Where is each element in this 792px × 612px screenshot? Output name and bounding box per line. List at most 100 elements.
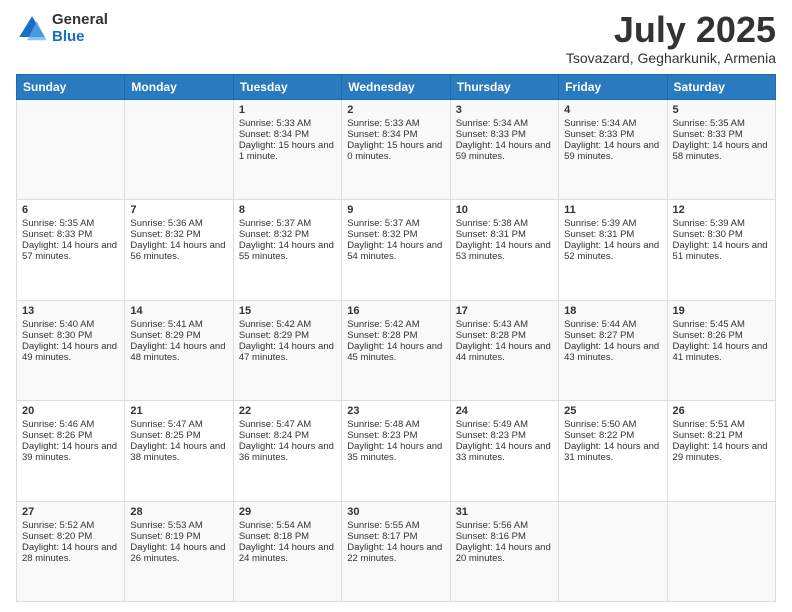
- day-info: Daylight: 14 hours and 26 minutes.: [130, 542, 227, 564]
- day-number: 17: [456, 305, 553, 317]
- day-info: Sunrise: 5:51 AM: [673, 419, 770, 430]
- day-info: Sunset: 8:33 PM: [673, 129, 770, 140]
- day-info: Sunset: 8:21 PM: [673, 430, 770, 441]
- day-info: Sunrise: 5:48 AM: [347, 419, 444, 430]
- header-friday: Friday: [559, 75, 667, 100]
- day-info: Daylight: 14 hours and 22 minutes.: [347, 542, 444, 564]
- day-info: Daylight: 14 hours and 54 minutes.: [347, 240, 444, 262]
- week-row-3: 13Sunrise: 5:40 AMSunset: 8:30 PMDayligh…: [17, 300, 776, 400]
- header-wednesday: Wednesday: [342, 75, 450, 100]
- week-row-5: 27Sunrise: 5:52 AMSunset: 8:20 PMDayligh…: [17, 501, 776, 601]
- day-info: Daylight: 14 hours and 58 minutes.: [673, 140, 770, 162]
- day-info: Sunset: 8:33 PM: [564, 129, 661, 140]
- logo-icon: [16, 13, 48, 45]
- page: General Blue July 2025 Tsovazard, Geghar…: [0, 0, 792, 612]
- day-number: 26: [673, 405, 770, 417]
- day-info: Sunrise: 5:47 AM: [130, 419, 227, 430]
- calendar-cell: 25Sunrise: 5:50 AMSunset: 8:22 PMDayligh…: [559, 401, 667, 501]
- day-info: Sunset: 8:23 PM: [347, 430, 444, 441]
- day-info: Daylight: 14 hours and 28 minutes.: [22, 542, 119, 564]
- calendar-cell: 23Sunrise: 5:48 AMSunset: 8:23 PMDayligh…: [342, 401, 450, 501]
- calendar-cell: 21Sunrise: 5:47 AMSunset: 8:25 PMDayligh…: [125, 401, 233, 501]
- calendar-cell: 31Sunrise: 5:56 AMSunset: 8:16 PMDayligh…: [450, 501, 558, 601]
- day-info: Sunrise: 5:44 AM: [564, 319, 661, 330]
- day-info: Sunrise: 5:55 AM: [347, 520, 444, 531]
- calendar-cell: 19 Sunrise: 5:45 AMSunset: 8:26 PMDayligh…: [667, 300, 775, 400]
- day-info: Sunset: 8:28 PM: [347, 330, 444, 341]
- calendar-cell: 10Sunrise: 5:38 AMSunset: 8:31 PMDayligh…: [450, 200, 558, 300]
- calendar-cell: 16Sunrise: 5:42 AMSunset: 8:28 PMDayligh…: [342, 300, 450, 400]
- calendar-cell: [667, 501, 775, 601]
- day-info: Daylight: 15 hours and 0 minutes.: [347, 140, 444, 162]
- day-number: 25: [564, 405, 661, 417]
- logo-general-text: General: [52, 12, 108, 29]
- day-info: Daylight: 14 hours and 20 minutes.: [456, 542, 553, 564]
- day-info: Daylight: 14 hours and 53 minutes.: [456, 240, 553, 262]
- day-number: 31: [456, 506, 553, 518]
- day-info: Sunrise: 5:39 AM: [564, 218, 661, 229]
- day-number: 12: [673, 204, 770, 216]
- day-number: 28: [130, 506, 227, 518]
- calendar-cell: 17Sunrise: 5:43 AMSunset: 8:28 PMDayligh…: [450, 300, 558, 400]
- calendar-cell: 20Sunrise: 5:46 AMSunset: 8:26 PMDayligh…: [17, 401, 125, 501]
- day-number: 22: [239, 405, 336, 417]
- day-number: 16: [347, 305, 444, 317]
- day-info: Daylight: 14 hours and 49 minutes.: [22, 341, 119, 363]
- calendar-cell: 30Sunrise: 5:55 AMSunset: 8:17 PMDayligh…: [342, 501, 450, 601]
- day-number: 19: [673, 305, 770, 317]
- day-info: Sunset: 8:26 PM: [673, 330, 770, 341]
- day-info: Daylight: 14 hours and 33 minutes.: [456, 441, 553, 463]
- day-info: Sunset: 8:33 PM: [22, 229, 119, 240]
- day-info: Daylight: 14 hours and 36 minutes.: [239, 441, 336, 463]
- day-number: 18: [564, 305, 661, 317]
- calendar-cell: 7Sunrise: 5:36 AMSunset: 8:32 PMDaylight…: [125, 200, 233, 300]
- day-info: Sunrise: 5:49 AM: [456, 419, 553, 430]
- day-info: Sunset: 8:31 PM: [564, 229, 661, 240]
- day-info: Sunrise: 5:47 AM: [239, 419, 336, 430]
- day-info: Sunset: 8:19 PM: [130, 531, 227, 542]
- calendar-cell: 13Sunrise: 5:40 AMSunset: 8:30 PMDayligh…: [17, 300, 125, 400]
- title-block: July 2025 Tsovazard, Gegharkunik, Armeni…: [566, 12, 776, 66]
- day-info: Sunrise: 5:52 AM: [22, 520, 119, 531]
- calendar-cell: 4Sunrise: 5:34 AMSunset: 8:33 PMDaylight…: [559, 100, 667, 200]
- calendar-cell: 6Sunrise: 5:35 AMSunset: 8:33 PMDaylight…: [17, 200, 125, 300]
- day-info: Sunset: 8:32 PM: [239, 229, 336, 240]
- week-row-2: 6Sunrise: 5:35 AMSunset: 8:33 PMDaylight…: [17, 200, 776, 300]
- day-info: Daylight: 14 hours and 56 minutes.: [130, 240, 227, 262]
- day-number: 4: [564, 104, 661, 116]
- day-info: Sunset: 8:32 PM: [130, 229, 227, 240]
- day-info: Sunset: 8:20 PM: [22, 531, 119, 542]
- day-info: Sunset: 8:30 PM: [673, 229, 770, 240]
- day-info: Daylight: 14 hours and 41 minutes.: [673, 341, 770, 363]
- day-info: Daylight: 14 hours and 29 minutes.: [673, 441, 770, 463]
- day-info: Sunrise: 5:37 AM: [347, 218, 444, 229]
- header: General Blue July 2025 Tsovazard, Geghar…: [16, 12, 776, 66]
- calendar-cell: 28Sunrise: 5:53 AMSunset: 8:19 PMDayligh…: [125, 501, 233, 601]
- day-info: Daylight: 14 hours and 59 minutes.: [564, 140, 661, 162]
- header-sunday: Sunday: [17, 75, 125, 100]
- calendar-cell: 18Sunrise: 5:44 AMSunset: 8:27 PMDayligh…: [559, 300, 667, 400]
- day-info: Sunset: 8:28 PM: [456, 330, 553, 341]
- calendar-cell: [17, 100, 125, 200]
- day-info: Daylight: 14 hours and 35 minutes.: [347, 441, 444, 463]
- day-number: 6: [22, 204, 119, 216]
- day-info: Sunrise: 5:34 AM: [456, 118, 553, 129]
- calendar-cell: 11Sunrise: 5:39 AMSunset: 8:31 PMDayligh…: [559, 200, 667, 300]
- day-number: 2: [347, 104, 444, 116]
- day-info: Sunrise: 5:39 AM: [673, 218, 770, 229]
- day-number: 1: [239, 104, 336, 116]
- calendar-cell: 8Sunrise: 5:37 AMSunset: 8:32 PMDaylight…: [233, 200, 341, 300]
- calendar-cell: 12Sunrise: 5:39 AMSunset: 8:30 PMDayligh…: [667, 200, 775, 300]
- day-info: Sunrise: 5:37 AM: [239, 218, 336, 229]
- day-info: Sunset: 8:27 PM: [564, 330, 661, 341]
- day-info: Sunrise: 5:33 AM: [239, 118, 336, 129]
- day-info: Sunrise: 5:43 AM: [456, 319, 553, 330]
- day-info: Sunset: 8:22 PM: [564, 430, 661, 441]
- calendar-cell: 22Sunrise: 5:47 AMSunset: 8:24 PMDayligh…: [233, 401, 341, 501]
- day-info: Sunset: 8:30 PM: [22, 330, 119, 341]
- day-info: Daylight: 14 hours and 31 minutes.: [564, 441, 661, 463]
- day-number: 7: [130, 204, 227, 216]
- day-info: Sunrise: 5:35 AM: [673, 118, 770, 129]
- day-info: Sunrise: 5:45 AM: [673, 319, 770, 330]
- day-info: Sunset: 8:18 PM: [239, 531, 336, 542]
